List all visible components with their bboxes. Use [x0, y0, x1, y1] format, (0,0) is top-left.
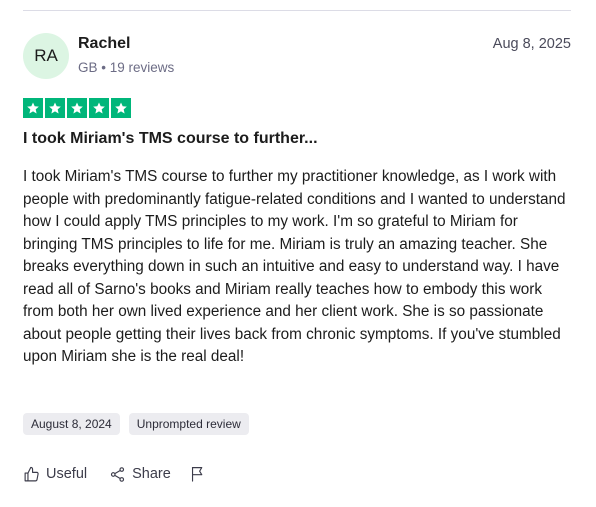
- star-icon: [67, 98, 87, 118]
- review-tags: August 8, 2024 Unprompted review: [23, 413, 249, 435]
- share-button[interactable]: Share: [109, 466, 171, 483]
- report-button[interactable]: [189, 465, 206, 483]
- useful-button[interactable]: Useful: [23, 466, 87, 483]
- top-divider: [23, 10, 571, 11]
- avatar-initials: RA: [34, 46, 58, 65]
- review-body: I took Miriam's TMS course to further my…: [23, 168, 566, 365]
- reviewer-name[interactable]: Rachel: [78, 35, 130, 53]
- useful-label: Useful: [46, 466, 88, 482]
- reviewer-meta: GB • 19 reviews: [78, 60, 175, 75]
- avatar[interactable]: RA: [23, 33, 69, 79]
- review-date: Aug 8, 2025: [492, 36, 571, 52]
- star-icon: [89, 98, 109, 118]
- review-actions: Useful Share: [23, 465, 206, 483]
- thumbs-up-icon: [23, 466, 40, 483]
- share-icon: [109, 466, 126, 483]
- star-icon: [45, 98, 65, 118]
- star-icon: [23, 98, 43, 118]
- star-icon: [111, 98, 131, 118]
- experience-date-tag: August 8, 2024: [23, 413, 120, 435]
- review-title[interactable]: I took Miriam's TMS course to further...: [23, 130, 318, 148]
- flag-icon: [189, 465, 206, 483]
- share-label: Share: [132, 466, 171, 482]
- star-rating: [23, 98, 131, 118]
- review-source-tag[interactable]: Unprompted review: [128, 413, 249, 435]
